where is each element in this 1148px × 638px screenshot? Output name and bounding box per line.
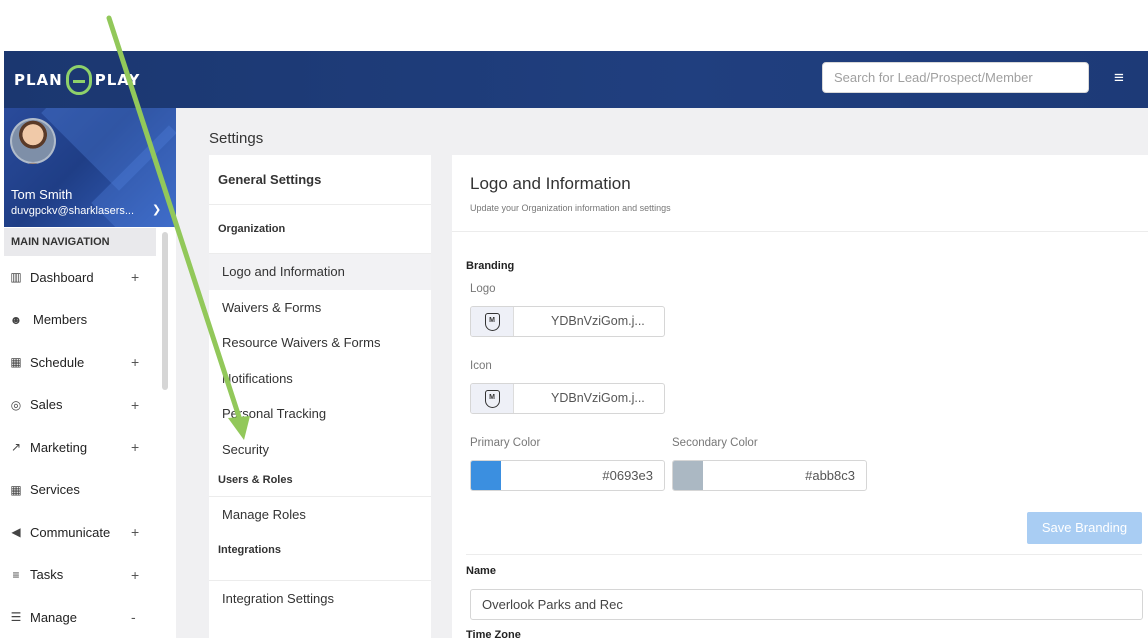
section-organization: Organization	[209, 205, 431, 254]
time-zone-label: Time Zone	[466, 629, 521, 638]
logo-file-input[interactable]: M YDBnVziGom.j...	[470, 306, 665, 337]
content-area: Settings General Settings Organization L…	[176, 108, 1148, 638]
collapse-icon[interactable]: -	[131, 609, 136, 625]
expand-icon[interactable]: +	[131, 269, 139, 285]
sidebar-item-label: Schedule	[30, 354, 85, 370]
icon-file-input[interactable]: M YDBnVziGom.j...	[470, 383, 665, 414]
sidebar-item-label: Services	[30, 482, 80, 498]
trend-icon: ↗	[10, 440, 22, 455]
menu-item-notifications[interactable]: Notifications	[209, 361, 431, 397]
users-icon: ☻	[9, 312, 23, 327]
top-bar: PLAN PLAY Search for Lead/Prospect/Membe…	[4, 51, 1148, 108]
menu-item-personal-tracking[interactable]: Personal Tracking	[209, 396, 431, 432]
icon-preview: M	[471, 384, 514, 413]
sidebar-item-tasks[interactable]: ≡ Tasks +	[4, 554, 156, 597]
section-integrations: Integrations	[209, 535, 431, 581]
sidebar-item-label: Manage	[30, 609, 77, 625]
primary-color-label: Primary Color	[470, 437, 541, 449]
grid-icon: ▦	[10, 482, 22, 497]
logo-label: Logo	[470, 283, 496, 295]
brand-text-left: PLAN	[14, 71, 63, 89]
panel-header: Logo and Information Update your Organiz…	[452, 155, 1148, 232]
menu-item-manage-roles[interactable]: Manage Roles	[209, 497, 431, 535]
sidebar-item-services[interactable]: ▦ Services	[4, 469, 156, 512]
section-users-roles: Users & Roles	[209, 467, 431, 497]
primary-color-input[interactable]: #0693e3	[470, 460, 665, 491]
hamburger-icon[interactable]: ≡	[1108, 67, 1130, 89]
sidebar-item-label: Members	[33, 312, 88, 328]
nav-heading: MAIN NAVIGATION	[4, 228, 156, 256]
branding-label: Branding	[466, 260, 515, 272]
page-title: Settings	[209, 130, 264, 147]
settings-menu-heading: General Settings	[209, 155, 431, 205]
chevron-down-icon[interactable]: ❯	[152, 203, 161, 216]
calendar-icon: ▦	[10, 355, 22, 370]
panel-subtitle: Update your Organization information and…	[470, 203, 671, 213]
primary-color-swatch[interactable]	[471, 461, 501, 490]
menu-item-resource-waivers[interactable]: Resource Waivers & Forms	[209, 325, 431, 361]
expand-icon[interactable]: +	[131, 567, 139, 583]
sidebar-item-label: Marketing	[30, 439, 88, 455]
screen: PLAN PLAY Search for Lead/Prospect/Membe…	[0, 0, 1148, 638]
menu-item-integration-settings[interactable]: Integration Settings	[209, 581, 431, 617]
logo-file-name: YDBnVziGom.j...	[551, 314, 645, 328]
user-profile[interactable]: Tom Smith duvgpckv@sharklasers... ❯	[4, 108, 176, 227]
divider	[466, 554, 1142, 555]
sidebar-item-marketing[interactable]: ↗ Marketing +	[4, 426, 156, 469]
menu-item-security[interactable]: Security	[209, 432, 431, 468]
logo-preview: M	[471, 307, 514, 336]
secondary-color-input[interactable]: #abb8c3	[672, 460, 867, 491]
nav-list: ▥ Dashboard + ☻ Members ▦ Schedule + ◎ S…	[4, 256, 156, 638]
save-branding-button[interactable]: Save Branding	[1027, 512, 1142, 544]
logo-information-panel: Logo and Information Update your Organiz…	[452, 155, 1148, 638]
icon-file-name: YDBnVziGom.j...	[551, 391, 645, 405]
expand-icon[interactable]: +	[131, 397, 139, 413]
megaphone-icon: ◀	[11, 525, 21, 540]
sidebar-item-members[interactable]: ☻ Members	[4, 299, 156, 342]
shield-logo-icon: M	[484, 312, 500, 331]
menu-item-waivers-forms[interactable]: Waivers & Forms	[209, 290, 431, 326]
sidebar-item-label: Communicate	[30, 524, 111, 540]
name-label: Name	[466, 565, 496, 577]
sidebar-item-label: Sales	[30, 397, 63, 413]
expand-icon[interactable]: +	[131, 439, 139, 455]
chart-icon: ▥	[10, 270, 22, 285]
shield-logo-icon: M	[484, 389, 500, 408]
panel-title: Logo and Information	[470, 174, 631, 193]
sidebar-item-sales[interactable]: ◎ Sales +	[4, 384, 156, 427]
sidebar-item-schedule[interactable]: ▦ Schedule +	[4, 341, 156, 384]
organization-name-input[interactable]: Overlook Parks and Rec	[470, 589, 1143, 620]
primary-color-value: #0693e3	[602, 468, 653, 483]
sidebar-item-dashboard[interactable]: ▥ Dashboard +	[4, 256, 156, 299]
user-email: duvgpckv@sharklasers...	[11, 205, 135, 217]
expand-icon[interactable]: +	[131, 354, 139, 370]
search-input[interactable]: Search for Lead/Prospect/Member	[822, 62, 1089, 93]
sidebar-item-label: Tasks	[30, 567, 64, 583]
sidebar-item-communicate[interactable]: ◀ Communicate +	[4, 511, 156, 554]
sidebar: Tom Smith duvgpckv@sharklasers... ❯ MAIN…	[4, 108, 176, 638]
icon-label: Icon	[470, 360, 492, 372]
sidebar-item-manage[interactable]: ☰ Manage -	[4, 596, 156, 638]
sidebar-scrollbar[interactable]	[162, 232, 168, 390]
brand-logo[interactable]: PLAN PLAY	[14, 64, 174, 96]
sidebar-item-label: Dashboard	[30, 269, 94, 285]
secondary-color-label: Secondary Color	[672, 437, 758, 449]
expand-icon[interactable]: +	[131, 524, 139, 540]
brand-two-icon	[65, 65, 92, 95]
user-name: Tom Smith	[11, 187, 73, 202]
settings-menu: General Settings Organization Logo and I…	[209, 155, 431, 638]
avatar	[10, 118, 56, 164]
secondary-color-swatch[interactable]	[673, 461, 703, 490]
brand-text-right: PLAY	[94, 71, 141, 89]
secondary-color-value: #abb8c3	[805, 468, 855, 483]
target-icon: ◎	[10, 397, 22, 412]
menu-lines-icon: ☰	[10, 610, 22, 625]
menu-item-logo-information[interactable]: Logo and Information	[209, 254, 431, 290]
list-icon: ≡	[12, 567, 20, 582]
